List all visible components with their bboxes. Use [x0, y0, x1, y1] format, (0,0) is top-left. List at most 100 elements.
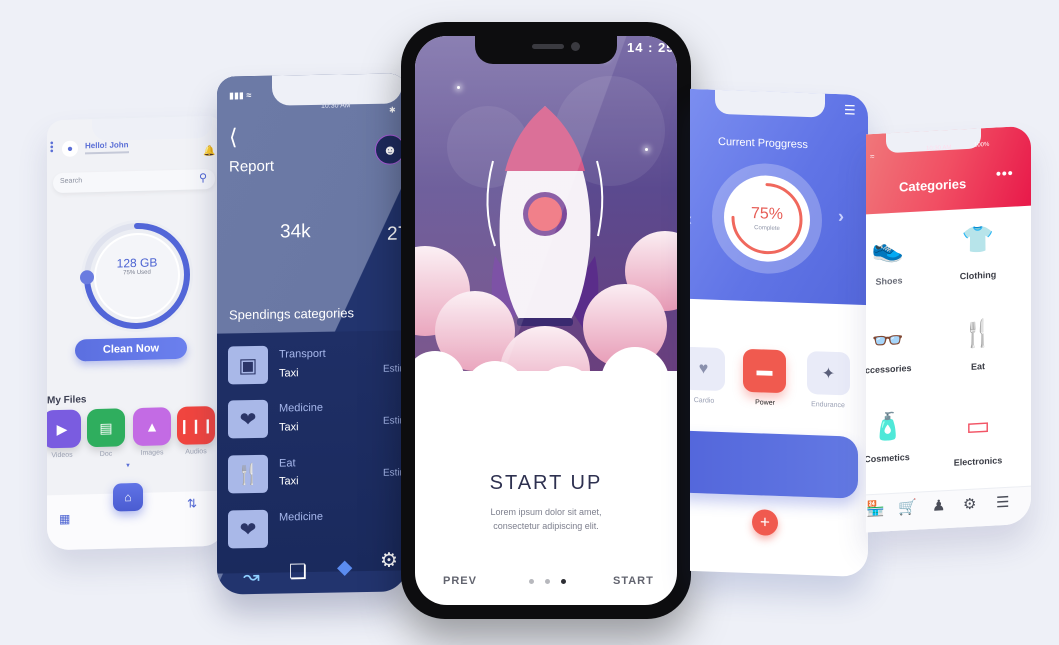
heartbeat-icon[interactable]: ♥ [690, 346, 725, 392]
battery-status: 100% [974, 141, 990, 149]
category-estimate: Estir [383, 415, 403, 427]
clean-now-button[interactable]: Clean Now [75, 336, 187, 362]
image-icon[interactable]: ▲ [133, 407, 171, 447]
document-icon[interactable]: ▤ [87, 408, 125, 448]
more-options-icon[interactable]: • • • [50, 138, 54, 157]
front-camera [571, 42, 580, 51]
user-avatar-icon[interactable]: ● [62, 140, 78, 157]
chevron-right-icon[interactable]: › [838, 206, 844, 227]
bell-icon[interactable]: 🔔 [203, 146, 215, 157]
menu-icon[interactable]: ☰ [996, 493, 1009, 512]
spendings-heading: Spendings categories [229, 305, 355, 323]
page-dot[interactable] [545, 579, 550, 584]
search-placeholder: Search [60, 177, 83, 185]
description-line: consectetur adipiscing elit. [493, 521, 599, 531]
phone-notch [475, 36, 617, 64]
signal-wifi-icon: ▮▮▮ ≈ [229, 90, 252, 101]
greeting-text: Hello! John [85, 140, 129, 151]
status-time: 10:30 AM [321, 102, 351, 110]
add-button[interactable]: + [752, 509, 778, 536]
category-name: Medicine [279, 401, 324, 415]
shop-app-phone: ≈ 10:30 AM 100% Categories ••• 👟 Shoes 👕… [866, 125, 1031, 533]
heart-icon[interactable]: ❤ [228, 509, 268, 549]
file-label-images: Images [140, 449, 164, 457]
cards-icon[interactable]: ❏ [289, 559, 307, 584]
clouds-illustration [415, 231, 677, 411]
gear-icon[interactable]: ⚙ [380, 547, 398, 572]
category-label: Eat [970, 361, 985, 372]
prev-button[interactable]: PREV [443, 575, 477, 587]
phone-screen: 14 : 25 START UP Lorem ipsum dolor sit a… [415, 36, 677, 605]
category-sub: Taxi [279, 367, 299, 380]
activity-label-endurance: Endurance [811, 401, 845, 410]
more-icon[interactable]: ••• [996, 165, 1014, 182]
speaker [532, 44, 564, 49]
grid-icon[interactable]: ▦ [59, 512, 70, 526]
back-icon[interactable]: ⟨ [229, 124, 238, 150]
file-label-videos: Videos [51, 451, 73, 460]
tshirt-icon[interactable]: 👕 [948, 223, 1008, 257]
phone-notch [715, 88, 825, 118]
description-line: Lorem ipsum dolor sit amet, [490, 507, 602, 517]
file-label-doc: Doc [99, 450, 113, 458]
page-title: Report [229, 157, 275, 176]
category-name: Medicine [279, 510, 324, 524]
home-icon[interactable]: ⌂ [113, 482, 143, 512]
onboarding-app-phone: 14 : 25 START UP Lorem ipsum dolor sit a… [401, 22, 691, 619]
ethereum-icon[interactable]: ◆ [337, 554, 352, 579]
progress-percent: 75% [750, 205, 784, 224]
stat-value-1: 34k [280, 221, 311, 243]
activity-label-power: Power [755, 399, 775, 407]
report-app-phone: ▮▮▮ ≈ 10:30 AM ✱ ⟨ Report ☻ 34k 27 Spend… [217, 73, 407, 595]
status-clock: 14 : 25 [627, 40, 675, 55]
car-icon[interactable]: ▣ [228, 345, 268, 385]
activity-label-cardio: Cardio [693, 397, 715, 405]
cosmetics-icon[interactable]: 🧴 [866, 410, 918, 444]
my-files-heading: My Files [47, 394, 87, 407]
menu-icon[interactable]: ☰ [844, 102, 856, 118]
dumbbell-icon[interactable]: ▬ [743, 348, 786, 394]
onboarding-description: Lorem ipsum dolor sit amet, consectetur … [415, 505, 677, 533]
category-name: Transport [279, 347, 326, 361]
category-sub: Taxi [279, 475, 299, 488]
tablet-icon[interactable]: ▭ [948, 409, 1008, 443]
category-sub: Taxi [279, 421, 299, 434]
star [457, 86, 460, 89]
fork-knife-icon[interactable]: 🍴 [228, 454, 268, 494]
phone-notch [272, 73, 402, 106]
video-icon[interactable]: ▶ [47, 409, 81, 449]
page-dot[interactable] [529, 579, 534, 584]
shoe-icon[interactable]: 👟 [866, 232, 918, 266]
star [645, 148, 648, 151]
gear-icon[interactable]: ⚙ [963, 495, 976, 514]
action-banner[interactable] [690, 430, 858, 499]
category-estimate: Estir [383, 363, 403, 375]
progress-app-phone: ☰ Current Proggress ‹ 75% Complete › ♥ C… [690, 88, 868, 578]
chart-icon[interactable]: ↝ [243, 564, 260, 589]
heart-icon[interactable]: ❤ [228, 399, 268, 439]
chevron-down-icon[interactable]: ▼ [125, 463, 131, 469]
search-icon[interactable]: ⚲ [199, 171, 207, 184]
category-label: Accessories [866, 362, 912, 376]
category-label: Clothing [959, 269, 997, 282]
start-button[interactable]: START [613, 575, 654, 587]
category-name: Eat [279, 457, 296, 470]
cart-icon[interactable]: 🛒 [898, 498, 917, 517]
user-icon[interactable]: ♟ [932, 496, 945, 515]
category-label: Electronics [953, 455, 1003, 468]
greeting-subtitle [85, 151, 129, 155]
store-icon[interactable]: 🏪 [866, 499, 885, 518]
file-label-audios: Audios [185, 448, 207, 456]
search-input[interactable]: Search ⚲ [53, 168, 215, 194]
page-dot[interactable] [561, 579, 566, 584]
category-label: Shoes [875, 275, 903, 287]
glasses-icon[interactable]: 👓 [866, 324, 918, 358]
running-icon[interactable]: ✦ [807, 350, 850, 396]
category-label: Cosmetics [866, 452, 910, 465]
bluetooth-icon: ✱ [389, 105, 396, 115]
audio-wave-icon[interactable]: ❙❙❙ [177, 405, 215, 445]
sliders-icon[interactable]: ⇅ [187, 496, 197, 510]
fork-knife-icon[interactable]: 🍴 [948, 317, 1008, 351]
chevron-left-icon[interactable]: ‹ [690, 209, 692, 230]
onboarding-heading: START UP [489, 472, 603, 494]
